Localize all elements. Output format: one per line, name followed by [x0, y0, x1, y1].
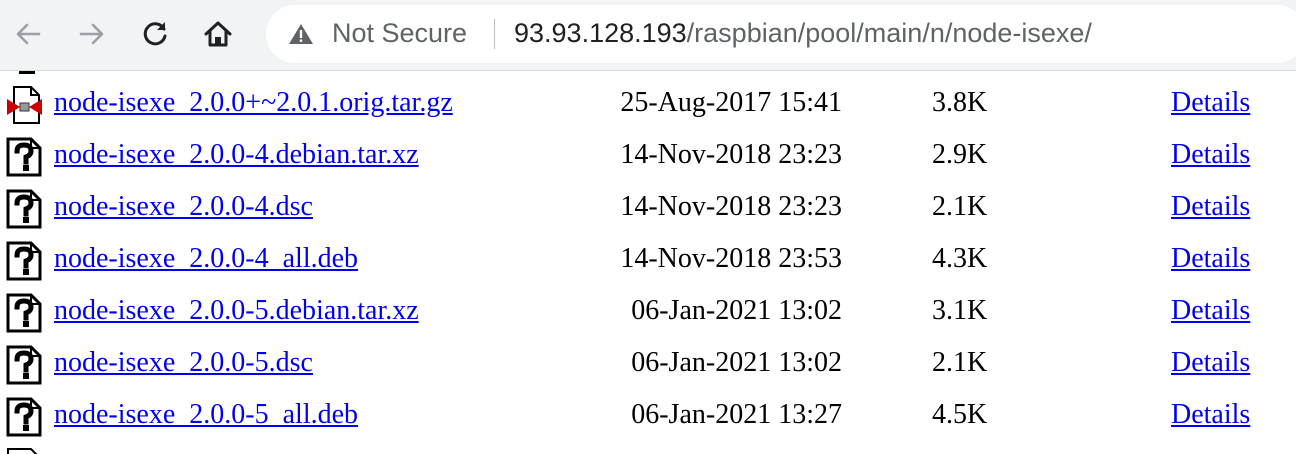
unknown-file-icon: [6, 293, 42, 333]
back-arrow-icon: [16, 23, 41, 45]
directory-listing: node-isexe_2.0.0+~2.0.1.orig.tar.gz 25-A…: [0, 71, 1296, 454]
file-size: 2.1K: [932, 191, 988, 222]
file-icon-partial: [7, 448, 38, 454]
back-button[interactable]: [8, 12, 48, 56]
file-size: 2.9K: [932, 139, 988, 170]
file-row: node-isexe_2.0.0+~2.0.1.orig.tar.gz 25-A…: [0, 78, 1296, 130]
file-size: 4.5K: [932, 399, 988, 430]
forward-arrow-icon: [79, 23, 104, 45]
unknown-file-icon: [6, 137, 42, 177]
url-text[interactable]: 93.93.128.193/raspbian/pool/main/n/node-…: [514, 18, 1092, 49]
url-host: 93.93.128.193: [514, 18, 687, 48]
details-link[interactable]: Details: [1171, 139, 1250, 171]
file-row: node-isexe_2.0.0-5.debian.tar.xz 06-Jan-…: [0, 286, 1296, 338]
address-separator: [494, 19, 495, 49]
details-link[interactable]: Details: [1171, 87, 1250, 119]
address-bar[interactable]: Not Secure 93.93.128.193/raspbian/pool/m…: [266, 5, 1296, 63]
unknown-file-icon: [6, 189, 42, 229]
details-link[interactable]: Details: [1171, 399, 1250, 431]
file-link[interactable]: node-isexe_2.0.0-5.debian.tar.xz: [54, 295, 419, 327]
file-size: 4.3K: [932, 243, 988, 274]
details-link[interactable]: Details: [1171, 347, 1250, 379]
file-row: node-isexe_2.0.0-4_all.deb 14-Nov-2018 2…: [0, 234, 1296, 286]
file-row: node-isexe_2.0.0-4.debian.tar.xz 14-Nov-…: [0, 130, 1296, 182]
forward-button[interactable]: [72, 12, 112, 56]
file-row: node-isexe_2.0.0-5_all.deb 06-Jan-2021 1…: [0, 390, 1296, 442]
home-button[interactable]: [198, 12, 238, 56]
file-date: 14-Nov-2018 23:23: [620, 139, 842, 170]
file-link[interactable]: node-isexe_2.0.0-4.debian.tar.xz: [54, 139, 419, 171]
home-icon: [204, 21, 232, 47]
file-date: 06-Jan-2021 13:27: [631, 399, 842, 430]
file-size: 3.1K: [932, 295, 988, 326]
file-link[interactable]: node-isexe_2.0.0-5_all.deb: [54, 399, 358, 431]
compressed-file-icon: [7, 86, 42, 124]
file-date: 25-Aug-2017 15:41: [620, 87, 842, 118]
file-link[interactable]: node-isexe_2.0.0+~2.0.1.orig.tar.gz: [54, 87, 453, 119]
unknown-file-icon: [6, 241, 42, 281]
browser-toolbar: Not Secure 93.93.128.193/raspbian/pool/m…: [0, 0, 1296, 71]
details-link[interactable]: Details: [1171, 243, 1250, 275]
file-link[interactable]: node-isexe_2.0.0-4_all.deb: [54, 243, 358, 275]
file-date: 14-Nov-2018 23:53: [620, 243, 842, 274]
security-status-label[interactable]: Not Secure: [332, 18, 467, 49]
file-row: node-isexe_2.0.0-4.dsc 14-Nov-2018 23:23…: [0, 182, 1296, 234]
details-link[interactable]: Details: [1171, 191, 1250, 223]
file-size: 2.1K: [932, 347, 988, 378]
unknown-file-icon: [6, 397, 42, 437]
url-path: /raspbian/pool/main/n/node-isexe/: [686, 18, 1092, 48]
file-row: node-isexe_2.0.0-5.dsc 06-Jan-2021 13:02…: [0, 338, 1296, 390]
file-date: 06-Jan-2021 13:02: [631, 347, 842, 378]
file-date: 14-Nov-2018 23:23: [620, 191, 842, 222]
reload-button[interactable]: [135, 12, 175, 56]
unknown-file-icon: [6, 345, 42, 385]
file-size: 3.8K: [932, 87, 988, 118]
file-date: 06-Jan-2021 13:02: [631, 295, 842, 326]
details-link[interactable]: Details: [1171, 295, 1250, 327]
reload-icon: [143, 22, 167, 46]
file-link[interactable]: node-isexe_2.0.0-4.dsc: [54, 191, 313, 223]
warning-icon: [289, 24, 313, 44]
file-link[interactable]: node-isexe_2.0.0-5.dsc: [54, 347, 313, 379]
